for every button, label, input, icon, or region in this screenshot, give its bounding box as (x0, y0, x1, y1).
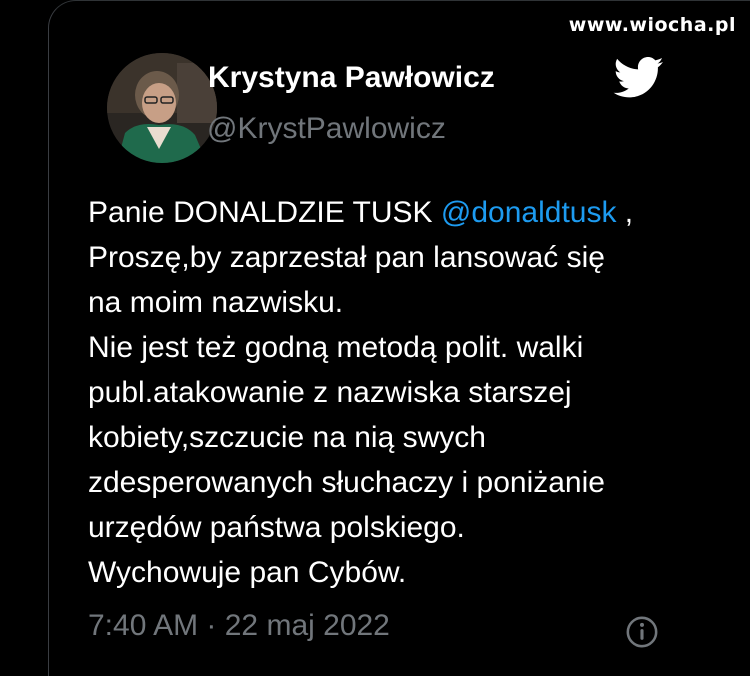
tweet-timestamp[interactable]: 7:40 AM · 22 maj 2022 (88, 609, 390, 643)
author-handle[interactable]: @KrystPawlowicz (207, 112, 446, 146)
avatar[interactable] (107, 53, 217, 163)
tweet-line: na moim nazwisku. (88, 286, 344, 319)
avatar-photo (107, 53, 217, 163)
tweet-date: 22 maj 2022 (224, 609, 390, 642)
meta-separator: · (198, 609, 225, 642)
tweet-line: Wychowuje pan Cybów. (88, 556, 407, 589)
tweet-time: 7:40 AM (88, 609, 199, 642)
tweet-card: Krystyna Pawłowicz @KrystPawlowicz Panie… (48, 0, 750, 676)
tweet-line: Nie jest też godną metodą polit. walki (88, 331, 584, 364)
tweet-line: urzędów państwa polskiego. (88, 511, 465, 544)
tweet-line: Proszę,by zaprzestał pan lansować się (88, 241, 605, 274)
tweet-line: Panie DONALDZIE TUSK @donaldtusk , (88, 190, 728, 235)
tweet-line-prefix: Panie DONALDZIE TUSK (88, 196, 441, 229)
mention-link[interactable]: @donaldtusk (441, 196, 617, 229)
author-name[interactable]: Krystyna Pawłowicz (208, 61, 495, 95)
tweet-line: zdesperowanych słuchaczy i poniżanie (88, 466, 605, 499)
twitter-bird-icon[interactable] (613, 57, 665, 99)
tweet-line: publ.atakowanie z nazwiska starszej (88, 376, 572, 409)
info-icon[interactable] (625, 615, 659, 649)
tweet-text: Panie DONALDZIE TUSK @donaldtusk , Prosz… (88, 190, 728, 595)
tweet-line-suffix: , (616, 196, 634, 229)
tweet-line: kobiety,szczucie na nią swych (88, 421, 486, 454)
